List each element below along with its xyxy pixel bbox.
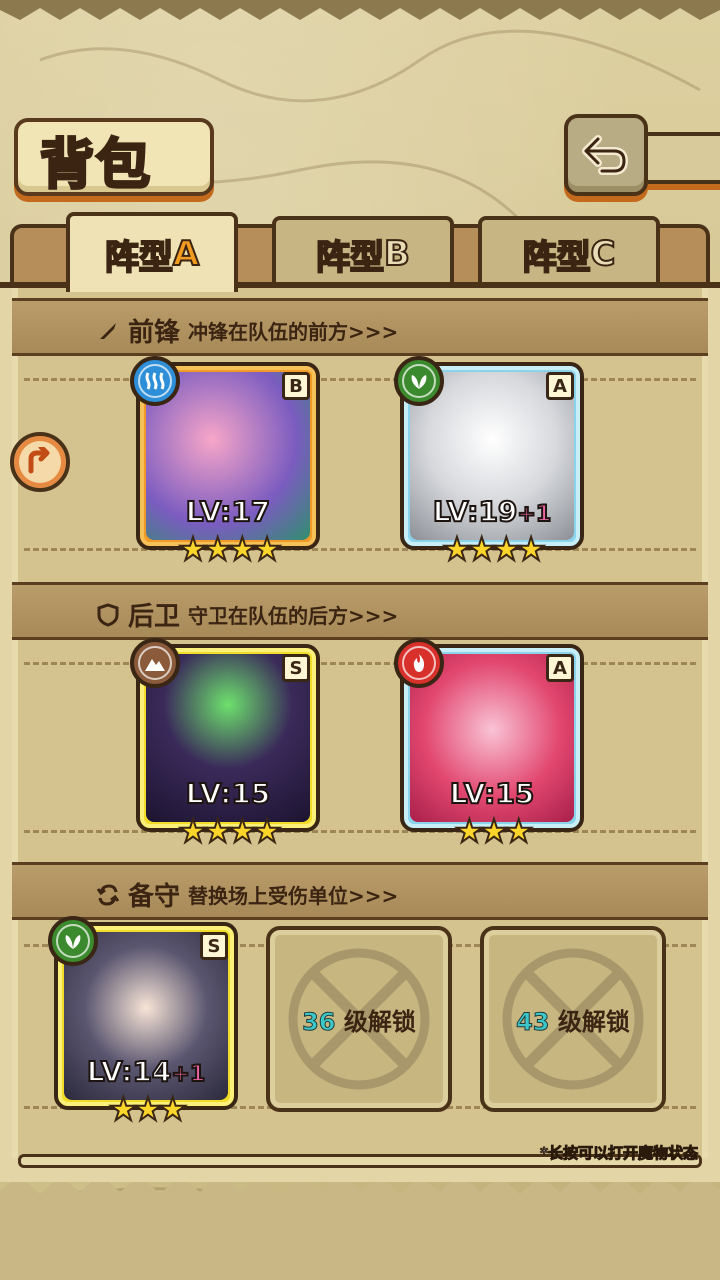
rank-badge: S [282, 654, 310, 682]
shield-icon [96, 602, 120, 627]
star-rating: ★★★ [454, 811, 534, 851]
tab-label: 阵型 [315, 237, 385, 279]
tab-formation-b[interactable]: 阵型 B [272, 216, 454, 288]
tab-label: 阵型 [522, 237, 592, 279]
rank-badge: A [546, 654, 574, 682]
formation-toggle-button[interactable] [10, 432, 70, 492]
unit-card[interactable]: S LV:14+1 ★★★ [48, 916, 238, 1129]
tab-label: 阵型 [104, 237, 174, 279]
front-section-header: 前锋 冲锋在队伍的前方>>> [96, 312, 398, 349]
level-bonus: +1 [170, 1061, 206, 1088]
divider [24, 830, 696, 833]
divider [24, 378, 696, 381]
sword-icon [96, 319, 120, 343]
divider [24, 662, 696, 665]
section-subtitle: 冲锋在队伍的前方>>> [188, 320, 399, 344]
back-section-header: 后卫 守卫在队伍的后方>>> [96, 596, 398, 633]
arrow-corner-icon [28, 447, 50, 474]
back-arrow-icon [582, 135, 628, 175]
tab-letter: A [172, 233, 200, 275]
locked-slot[interactable]: 36 级解锁 [266, 926, 452, 1112]
section-title: 备守 [128, 882, 181, 912]
bottom-torn-edge [0, 1174, 720, 1280]
earth-element-icon [130, 638, 180, 688]
top-torn-edge [0, 0, 720, 20]
page-title: 背包 [39, 131, 152, 198]
reserve-section-header: 备守 替换场上受伤单位>>> [96, 876, 398, 913]
unlock-requirement: 36 级解锁 [302, 1008, 416, 1037]
star-rating: ★★★★ [442, 529, 547, 569]
unit-level: LV:19+1 [432, 494, 552, 529]
swap-icon [96, 883, 120, 907]
unlock-requirement: 43 级解锁 [516, 1008, 630, 1037]
unit-level: LV:14+1 [86, 1054, 206, 1089]
tab-formation-c[interactable]: 阵型 C [478, 216, 660, 288]
star-rating: ★★★★ [178, 529, 283, 569]
star-rating: ★★★★ [178, 811, 283, 851]
unit-card[interactable]: B LV:17 ★★★★ [130, 356, 320, 569]
leaf-element-icon [394, 356, 444, 406]
water-element-icon [130, 356, 180, 406]
leaf-element-icon [48, 916, 98, 966]
unit-level: LV:15 [185, 776, 272, 811]
rank-badge: S [200, 932, 228, 960]
section-subtitle: 守卫在队伍的后方>>> [188, 604, 399, 628]
level-bonus: +1 [516, 501, 552, 528]
tab-formation-a[interactable]: 阵型 A [66, 212, 238, 292]
star-rating: ★★★ [108, 1089, 188, 1129]
section-title: 后卫 [128, 602, 181, 632]
section-subtitle: 替换场上受伤单位>>> [188, 884, 399, 908]
long-press-hint: *长按可以打开魔物状态 [540, 1144, 699, 1163]
back-button[interactable] [564, 114, 648, 196]
back-button-rail [640, 132, 720, 184]
fire-element-icon [394, 638, 444, 688]
tab-letter: B [383, 233, 411, 275]
unit-card[interactable]: A LV:19+1 ★★★★ [394, 356, 584, 569]
rank-badge: A [546, 372, 574, 400]
divider [24, 548, 696, 551]
section-title: 前锋 [128, 318, 181, 348]
unit-level: LV:15 [449, 776, 536, 811]
unit-level: LV:17 [185, 494, 272, 529]
rank-badge: B [282, 372, 310, 400]
locked-slot[interactable]: 43 级解锁 [480, 926, 666, 1112]
unit-card[interactable]: A LV:15 ★★★ [394, 638, 584, 851]
unit-card[interactable]: S LV:15 ★★★★ [130, 638, 320, 851]
tab-letter: C [590, 233, 617, 275]
